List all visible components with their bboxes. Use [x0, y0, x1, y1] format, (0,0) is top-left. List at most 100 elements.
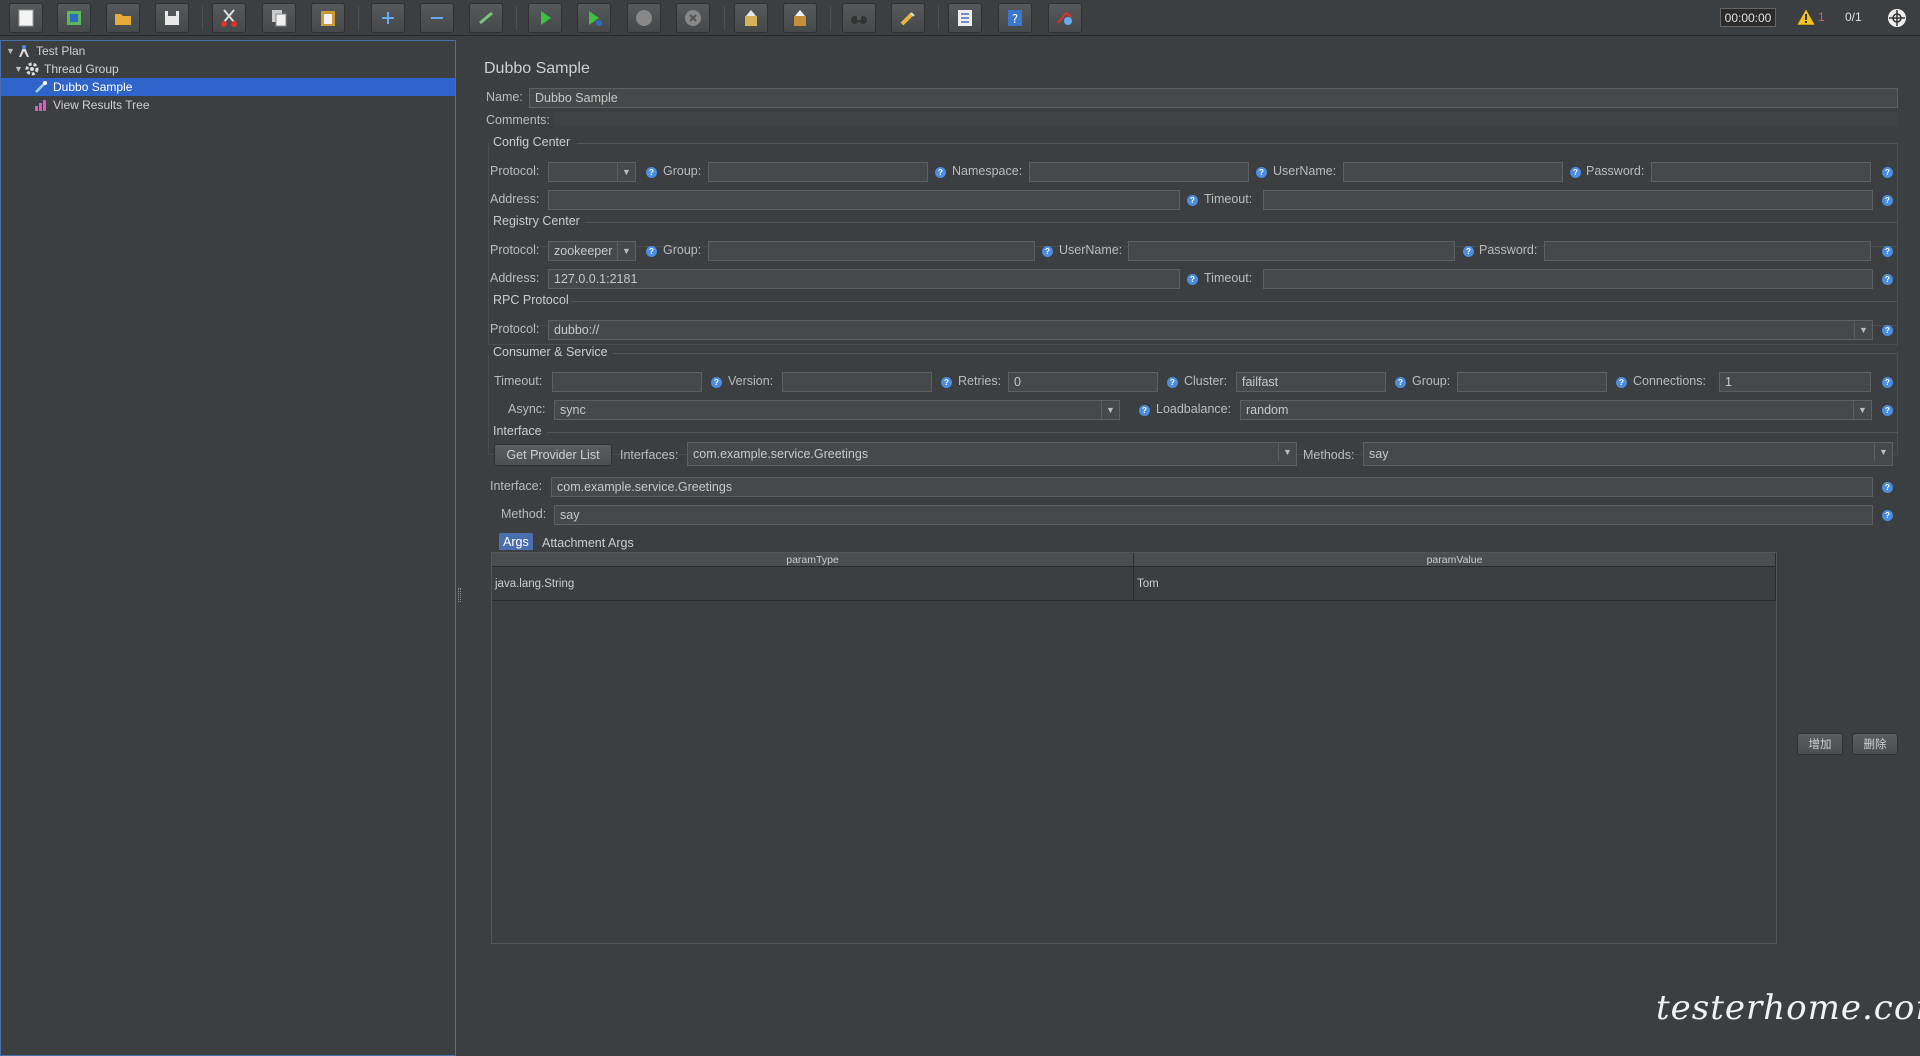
table-header-param-type[interactable]: paramType: [492, 553, 1134, 567]
open-icon[interactable]: [106, 3, 140, 33]
cc-protocol-label: Protocol:: [490, 164, 540, 178]
start-icon[interactable]: [528, 3, 562, 33]
cc-namespace-field[interactable]: [1029, 162, 1249, 182]
methods-select[interactable]: say: [1363, 442, 1893, 466]
get-provider-list-button[interactable]: Get Provider List: [494, 444, 612, 466]
remote-icon[interactable]: [1048, 3, 1082, 33]
cs-retries-label: Retries:: [958, 374, 1002, 388]
cc-address-field[interactable]: [548, 190, 1180, 210]
interface-field[interactable]: com.example.service.Greetings: [551, 477, 1873, 497]
test-plan-tree[interactable]: ▼ Test Plan ▼ Thread Group Dubbo Sample …: [0, 40, 456, 1056]
cc-timeout-field[interactable]: [1263, 190, 1873, 210]
rc-address-field[interactable]: 127.0.0.1:2181: [548, 269, 1180, 289]
copy-icon[interactable]: [262, 3, 296, 33]
clear-icon[interactable]: [734, 3, 768, 33]
help-icon[interactable]: ?: [1187, 195, 1198, 206]
cs-loadbalance-label: Loadbalance:: [1156, 402, 1232, 416]
help-icon[interactable]: ?: [1882, 195, 1893, 206]
table-cell-param-type[interactable]: java.lang.String: [492, 567, 1134, 601]
help-icon[interactable]: ?: [1882, 325, 1893, 336]
rc-username-field[interactable]: [1128, 241, 1455, 261]
method-field[interactable]: say: [554, 505, 1873, 525]
warning-icon[interactable]: [1796, 8, 1816, 26]
templates-icon[interactable]: [57, 3, 91, 33]
help-icon[interactable]: ?: [1167, 377, 1178, 388]
cs-group-field[interactable]: [1457, 372, 1607, 392]
clear-all-icon[interactable]: [783, 3, 817, 33]
cs-version-field[interactable]: [782, 372, 932, 392]
help-icon[interactable]: ?: [1882, 482, 1893, 493]
rpc-protocol-select[interactable]: dubbo://: [548, 320, 1873, 340]
cut-icon[interactable]: [212, 3, 246, 33]
stop-icon[interactable]: [627, 3, 661, 33]
name-field[interactable]: Dubbo Sample: [529, 88, 1898, 108]
paste-icon[interactable]: [311, 3, 345, 33]
expand-arrow-icon[interactable]: ▼: [6, 46, 16, 56]
help-icon[interactable]: ?: [1882, 246, 1893, 257]
cc-password-field[interactable]: [1651, 162, 1871, 182]
tree-item-test-plan[interactable]: ▼ Test Plan: [6, 42, 446, 60]
cc-username-field[interactable]: [1343, 162, 1563, 182]
toggle-icon[interactable]: [469, 3, 503, 33]
table-header-param-value[interactable]: paramValue: [1134, 553, 1776, 567]
cc-group-label: Group:: [663, 164, 702, 178]
function-helper-icon[interactable]: [948, 3, 982, 33]
tab-attachment-args[interactable]: Attachment Args: [538, 534, 638, 551]
help-icon[interactable]: ?: [1256, 167, 1267, 178]
save-icon[interactable]: [155, 3, 189, 33]
panel-splitter[interactable]: [456, 40, 464, 1056]
help-icon[interactable]: ?: [1616, 377, 1627, 388]
expand-icon[interactable]: [371, 3, 405, 33]
rc-password-field[interactable]: [1544, 241, 1871, 261]
interfaces-select[interactable]: com.example.service.Greetings: [687, 442, 1297, 466]
cs-cluster-field[interactable]: failfast: [1236, 372, 1386, 392]
rc-group-field[interactable]: [708, 241, 1035, 261]
add-button[interactable]: 增加: [1797, 733, 1843, 755]
tree-item-thread-group[interactable]: ▼ Thread Group: [14, 60, 454, 78]
cs-cluster-label: Cluster:: [1184, 374, 1228, 388]
table-cell-param-value[interactable]: Tom: [1134, 567, 1776, 601]
method-label: Method:: [501, 507, 547, 521]
shutdown-icon[interactable]: [676, 3, 710, 33]
help-icon[interactable]: ?: [1570, 167, 1581, 178]
cs-async-select[interactable]: sync: [554, 400, 1120, 420]
reset-search-icon[interactable]: [891, 3, 925, 33]
search-icon[interactable]: [842, 3, 876, 33]
start-no-pauses-icon[interactable]: [577, 3, 611, 33]
help-icon[interactable]: ?: [1187, 274, 1198, 285]
help-icon[interactable]: ?: [935, 167, 946, 178]
rc-protocol-select[interactable]: zookeeper: [548, 241, 636, 261]
cs-connections-field[interactable]: 1: [1719, 372, 1871, 392]
cs-retries-field[interactable]: 0: [1008, 372, 1158, 392]
help-icon[interactable]: ?: [1042, 246, 1053, 257]
globe-icon[interactable]: [1886, 7, 1908, 29]
cs-timeout-field[interactable]: [552, 372, 702, 392]
help-icon[interactable]: ?: [1463, 246, 1474, 257]
cc-group-field[interactable]: [708, 162, 928, 182]
new-icon[interactable]: [9, 3, 43, 33]
tree-item-dubbo-sample[interactable]: Dubbo Sample: [1, 78, 455, 96]
help-icon[interactable]: ?: [711, 377, 722, 388]
help-icon[interactable]: ?: [1882, 510, 1893, 521]
help-icon[interactable]: ?: [998, 3, 1032, 33]
rpc-protocol-label: Protocol:: [490, 322, 540, 336]
delete-button[interactable]: 删除: [1852, 733, 1898, 755]
cs-loadbalance-select[interactable]: random: [1240, 400, 1872, 420]
help-icon[interactable]: ?: [646, 246, 657, 257]
help-icon[interactable]: ?: [1139, 405, 1150, 416]
help-icon[interactable]: ?: [1882, 167, 1893, 178]
help-icon[interactable]: ?: [646, 167, 657, 178]
args-table[interactable]: paramType paramValue java.lang.String To…: [491, 552, 1777, 944]
help-icon[interactable]: ?: [1882, 405, 1893, 416]
collapse-icon[interactable]: [420, 3, 454, 33]
cc-protocol-select[interactable]: [548, 162, 636, 182]
help-icon[interactable]: ?: [941, 377, 952, 388]
tab-args[interactable]: Args: [499, 533, 533, 550]
help-icon[interactable]: ?: [1395, 377, 1406, 388]
tree-item-view-results-tree[interactable]: View Results Tree: [33, 96, 453, 114]
help-icon[interactable]: ?: [1882, 274, 1893, 285]
comments-field[interactable]: [555, 112, 1898, 126]
expand-arrow-icon[interactable]: ▼: [14, 64, 24, 74]
rc-timeout-field[interactable]: [1263, 269, 1873, 289]
help-icon[interactable]: ?: [1882, 377, 1893, 388]
